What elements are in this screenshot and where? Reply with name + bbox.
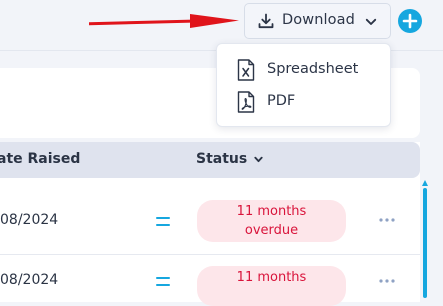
menu-item-spreadsheet[interactable]: Spreadsheet [217, 55, 390, 85]
table-row[interactable]: 08/2024 11 months overdue [0, 188, 420, 254]
vertical-scrollbar[interactable] [422, 180, 428, 298]
column-header-status[interactable]: Status [196, 151, 264, 167]
menu-item-label: PDF [267, 93, 296, 109]
download-button-label: Download [282, 12, 355, 28]
date-raised-cell: 08/2024 [0, 212, 59, 228]
plus-icon [402, 13, 418, 29]
status-badge: 11 months overdue [197, 200, 346, 242]
column-header-status-label: Status [196, 151, 248, 167]
column-header-date-raised[interactable]: ate Raised [0, 151, 80, 167]
pdf-file-icon [237, 91, 255, 113]
priority-equals-icon [156, 217, 170, 226]
download-button[interactable]: Download [244, 3, 391, 39]
add-button[interactable] [398, 9, 422, 33]
status-badge-line1: 11 months [236, 270, 307, 285]
download-dropdown-menu: Spreadsheet PDF [216, 43, 391, 127]
download-icon [258, 13, 274, 29]
chevron-down-icon [365, 18, 377, 25]
menu-item-label: Spreadsheet [267, 61, 359, 77]
more-horizontal-icon[interactable] [378, 216, 396, 224]
status-badge-line1: 11 months [236, 204, 307, 219]
date-raised-cell: 08/2024 [0, 272, 59, 288]
table-header: ate Raised Status [0, 142, 420, 178]
sort-chevron-icon [254, 156, 263, 162]
menu-item-pdf[interactable]: PDF [217, 87, 390, 117]
more-horizontal-icon[interactable] [378, 277, 396, 285]
status-badge-line2: overdue [244, 223, 299, 238]
priority-equals-icon [156, 277, 170, 286]
scrollbar-thumb[interactable] [423, 188, 427, 298]
table-row[interactable]: 08/2024 11 months [0, 255, 420, 306]
status-badge: 11 months [197, 266, 346, 306]
spreadsheet-file-icon [237, 59, 255, 81]
scroll-up-arrow-icon[interactable] [422, 180, 428, 186]
